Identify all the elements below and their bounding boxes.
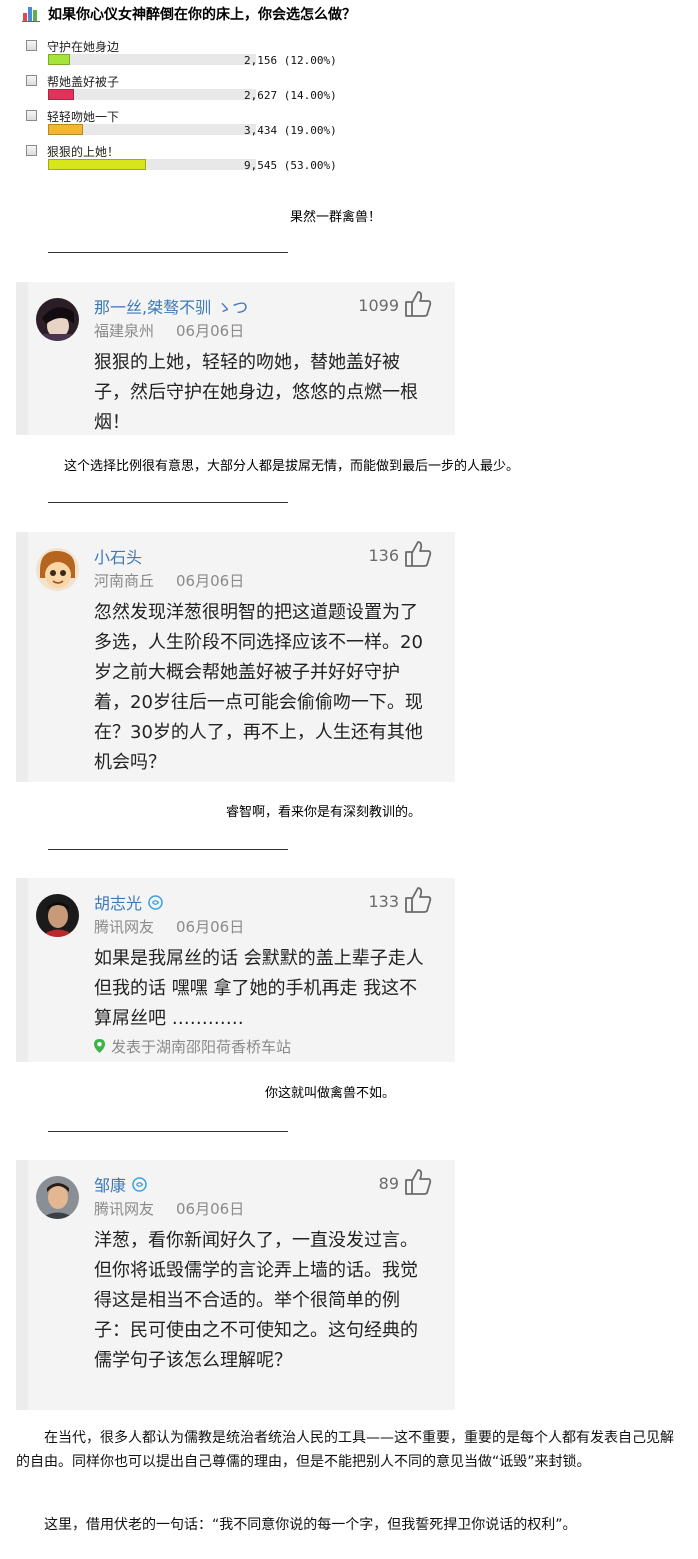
poll-option-stats: 2,627 (14.00%) — [244, 89, 337, 102]
separator — [48, 502, 288, 503]
paragraph: 在当代，很多人都认为儒教是统治者统治人民的工具——这不重要，重要的是每个人都有发… — [16, 1430, 674, 1470]
bar-chart-icon — [22, 7, 40, 22]
comment-text: 忽然发现洋葱很明智的把这道题设置为了多选，人生阶段不同选择应该不一样。20岁之前… — [94, 602, 423, 773]
avatar[interactable] — [36, 1176, 79, 1219]
checkbox-icon[interactable] — [26, 75, 37, 86]
paragraph: 这里，借用伏老的一句话：“我不同意你说的每一个字，但我誓死捍卫你说话的权利”。 — [44, 1517, 577, 1533]
verified-icon — [148, 895, 163, 910]
avatar[interactable] — [36, 298, 79, 341]
poll-option-label: 帮她盖好被子 — [47, 75, 120, 89]
poll-option-label: 轻轻吻她一下 — [47, 110, 120, 124]
comment-meta: 腾讯网友 06月06日 — [94, 1200, 245, 1218]
comment-card: 胡志光 腾讯网友 06月06日 133 如果是我屌丝的话 会默默的盖上辈子走人 但… — [16, 878, 455, 1062]
separator — [48, 1131, 288, 1132]
poll-title: 如果你心仪女神醉倒在你的床上，你会选怎么做？ — [48, 7, 356, 23]
like-count: 133 — [368, 892, 399, 911]
poll-option[interactable]: 帮她盖好被子 2,627 (14.00%) — [22, 73, 362, 107]
thumbs-up-icon[interactable] — [403, 1166, 433, 1196]
like-count: 136 — [368, 546, 399, 565]
poll-option-stats: 2,156 (12.00%) — [244, 54, 337, 67]
checkbox-icon[interactable] — [26, 110, 37, 121]
poll-bar-track — [48, 89, 256, 100]
separator — [48, 849, 288, 850]
verified-icon — [132, 1177, 147, 1192]
comment-meta: 腾讯网友 06月06日 — [94, 918, 245, 936]
comment-text: 如果是我屌丝的话 会默默的盖上辈子走人 但我的话 嘿嘿 拿了她的手机再走 我这不… — [94, 948, 424, 1029]
poll-option[interactable]: 轻轻吻她一下 3,434 (19.00%) — [22, 108, 362, 142]
thumbs-up-icon[interactable] — [403, 884, 433, 914]
comment-author[interactable]: 小石头 — [94, 544, 142, 568]
poll-bar-track — [48, 124, 256, 135]
comment-card: 邹康 腾讯网友 06月06日 89 洋葱，看你新闻好久了，一直没发过言。但你将诋毁… — [16, 1160, 455, 1410]
poll-bar-track — [48, 159, 256, 170]
poll-bar-fill — [48, 89, 74, 100]
location-pin-icon — [94, 1039, 105, 1053]
comment-card: 那一丝,桀骜不驯 ゝつ 福建泉州 06月06日 1099 狠狠的上她，轻轻的吻她，… — [16, 282, 455, 435]
caption: 果然一群禽兽！ — [290, 210, 382, 225]
comment-location: 发表于湖南邵阳荷香桥车站 — [94, 1036, 291, 1057]
caption: 这个选择比例很有意思，大部分人都是拔屌无情，而能做到最后一步的人最少。 — [64, 459, 520, 474]
comment-author[interactable]: 那一丝,桀骜不驯 ゝつ — [94, 294, 248, 318]
poll-option-stats: 9,545 (53.00%) — [244, 159, 337, 172]
like-count: 89 — [378, 1174, 399, 1193]
comment-meta: 河南商丘 06月06日 — [94, 572, 245, 590]
poll-option[interactable]: 守护在她身边 2,156 (12.00%) — [22, 38, 362, 72]
poll-bar-fill — [48, 124, 83, 135]
avatar[interactable] — [36, 894, 79, 937]
thumbs-up-icon[interactable] — [403, 288, 433, 318]
poll-bar-fill — [48, 159, 146, 170]
comment-author[interactable]: 胡志光 — [94, 890, 163, 914]
comment-author[interactable]: 邹康 — [94, 1172, 147, 1196]
poll-option[interactable]: 狠狠的上她！ 9,545 (53.00%) — [22, 143, 362, 177]
comment-text: 洋葱，看你新闻好久了，一直没发过言。但你将诋毁儒学的言论弄上墙的话。我觉得这是相… — [94, 1230, 418, 1371]
poll-bar-track — [48, 54, 256, 65]
thumbs-up-icon[interactable] — [403, 538, 433, 568]
caption: 睿智啊，看来你是有深刻教训的。 — [226, 805, 422, 820]
checkbox-icon[interactable] — [26, 145, 37, 156]
poll-option-label: 守护在她身边 — [47, 40, 120, 54]
comment-text: 狠狠的上她，轻轻的吻她，替她盖好被子，然后守护在她身边，悠悠的点燃一根烟！ — [94, 352, 418, 433]
checkbox-icon[interactable] — [26, 40, 37, 51]
like-count: 1099 — [358, 296, 399, 315]
caption: 你这就叫做禽兽不如。 — [265, 1086, 396, 1101]
comment-meta: 福建泉州 06月06日 — [94, 322, 245, 340]
avatar[interactable] — [36, 548, 79, 591]
poll-option-stats: 3,434 (19.00%) — [244, 124, 337, 137]
separator — [48, 252, 288, 253]
comment-card: 小石头 河南商丘 06月06日 136 忽然发现洋葱很明智的把这道题设置为了多选，… — [16, 532, 455, 782]
poll-option-label: 狠狠的上她！ — [47, 145, 120, 159]
poll-bar-fill — [48, 54, 70, 65]
